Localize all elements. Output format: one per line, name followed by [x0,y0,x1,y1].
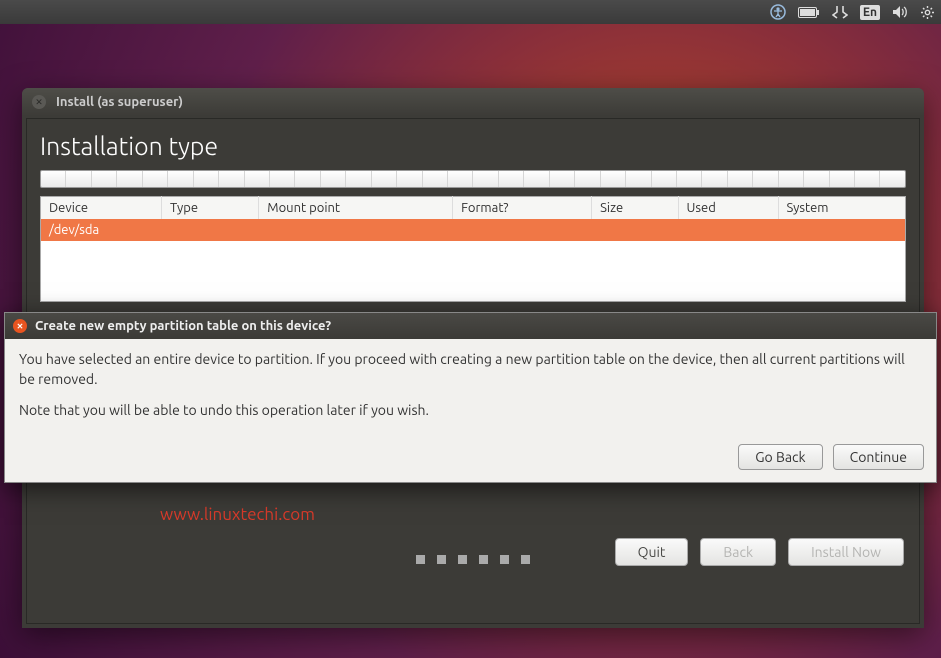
col-used[interactable]: Used [678,197,778,220]
dialog-text-1: You have selected an entire device to pa… [19,349,922,390]
device-cell: /dev/sda [41,219,906,241]
keyboard-layout-icon[interactable]: En [860,5,880,20]
dialog-text-2: Note that you will be able to undo this … [19,400,922,420]
disk-usage-bar [40,170,906,188]
table-empty-space [41,241,906,301]
close-icon[interactable]: ✕ [13,319,27,333]
page-title: Installation type [22,116,924,170]
close-icon[interactable]: ✕ [32,95,46,109]
network-icon[interactable] [832,5,848,19]
pager-dots [416,555,530,564]
col-mount[interactable]: Mount point [259,197,453,220]
back-button[interactable]: Back [700,538,776,566]
footer-buttons: Quit Back Install Now [615,538,904,566]
install-now-button[interactable]: Install Now [788,538,904,566]
watermark-text: www.linuxtechi.com [160,505,315,524]
col-device[interactable]: Device [41,197,162,220]
battery-icon[interactable] [798,7,820,18]
quit-button[interactable]: Quit [615,538,689,566]
dialog-titlebar[interactable]: ✕ Create new empty partition table on th… [5,313,936,339]
col-format[interactable]: Format? [453,197,592,220]
dialog-title: Create new empty partition table on this… [35,319,331,333]
confirm-partition-dialog: ✕ Create new empty partition table on th… [4,312,937,483]
window-title: Install (as superuser) [56,95,183,109]
installer-titlebar[interactable]: ✕ Install (as superuser) [22,88,924,116]
go-back-button[interactable]: Go Back [738,444,822,470]
volume-icon[interactable] [892,5,908,19]
top-menubar: En [0,0,941,24]
partition-table[interactable]: Device Type Mount point Format? Size Use… [40,196,906,302]
accessibility-icon[interactable] [770,4,786,20]
settings-gear-icon[interactable] [920,5,935,20]
continue-button[interactable]: Continue [833,444,924,470]
col-size[interactable]: Size [592,197,678,220]
table-row[interactable]: /dev/sda [41,219,906,241]
col-type[interactable]: Type [162,197,259,220]
col-system[interactable]: System [778,197,906,220]
